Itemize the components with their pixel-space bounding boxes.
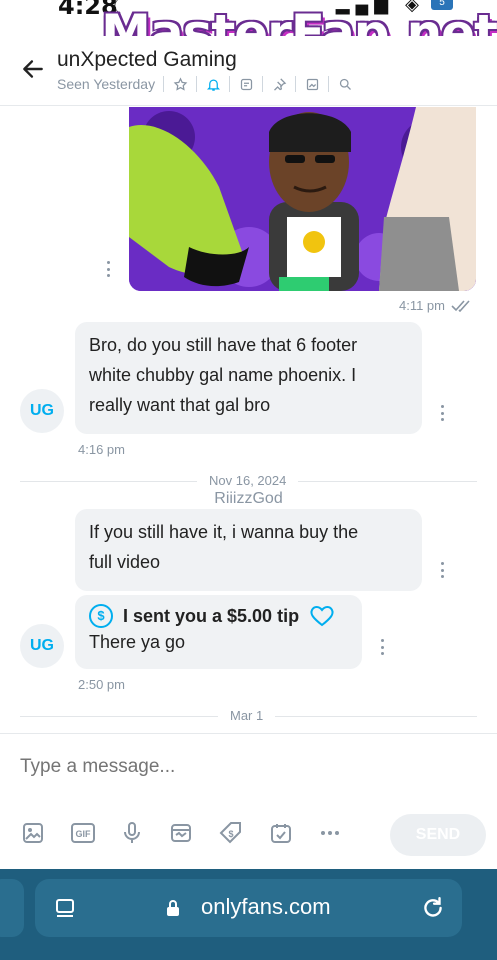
url-bar[interactable]: onlyfans.com	[35, 879, 462, 937]
url-text[interactable]: onlyfans.com	[201, 894, 331, 920]
avatar[interactable]: UG	[20, 624, 64, 668]
browser-bar: onlyfans.com	[0, 869, 497, 960]
message-list[interactable]: 4:11 pm Bro, do you still have that 6 fo…	[0, 107, 497, 734]
message-time: 4:16 pm	[78, 442, 125, 457]
message-options-icon[interactable]	[380, 639, 384, 655]
svg-text:GIF: GIF	[76, 829, 92, 839]
chat-header: unXpected Gaming Seen Yesterday	[0, 36, 497, 106]
photo-time: 4:11 pm	[398, 298, 445, 313]
message-options-icon[interactable]	[440, 405, 444, 421]
message-composer: GIF $ SEND	[0, 733, 497, 869]
message-time: 2:50 pm	[78, 677, 125, 692]
gif-icon[interactable]: GIF	[70, 820, 96, 846]
sender-name: RiiizzGod	[214, 490, 283, 507]
screen: { "status_bar": { "time": "4:28" }, "wat…	[0, 0, 497, 960]
photo-image	[129, 107, 476, 291]
date-divider-label: Nov 16, 2024	[197, 473, 299, 488]
heart-icon[interactable]	[309, 605, 335, 627]
star-icon[interactable]	[172, 76, 188, 92]
send-button[interactable]: SEND	[390, 814, 486, 856]
message-options-icon[interactable]	[106, 261, 110, 277]
message-line: If you still have it, i wanna buy the	[89, 522, 359, 542]
image-icon[interactable]	[20, 820, 46, 846]
dollar-icon: $	[89, 604, 113, 628]
message-bubble[interactable]: If you still have it, i wanna buy the fu…	[75, 509, 422, 591]
schedule-icon[interactable]	[268, 820, 294, 846]
svg-text:$: $	[228, 829, 233, 839]
date-divider-label: Mar 1	[218, 708, 276, 723]
message-line: Bro, do you still have that 6 footer	[89, 335, 358, 355]
message-input[interactable]	[20, 756, 460, 778]
microphone-icon[interactable]	[119, 820, 145, 846]
chat-subheader: Seen Yesterday	[57, 76, 353, 92]
price-tag-icon[interactable]: $	[218, 820, 244, 846]
message-line: really want that gal bro	[89, 395, 271, 415]
pin-icon[interactable]	[271, 76, 287, 92]
tabs-menu-icon[interactable]	[53, 896, 77, 920]
lock-icon	[167, 900, 179, 916]
browser-tab-stub[interactable]	[0, 879, 24, 937]
photo-message[interactable]	[129, 107, 476, 291]
message-text: There ya go	[89, 632, 186, 652]
message-line: white chubby gal name phoenix. I	[89, 365, 357, 385]
message-bubble[interactable]: Bro, do you still have that 6 footer whi…	[75, 322, 422, 434]
bell-icon[interactable]	[205, 76, 221, 92]
tip-message-bubble[interactable]: $ I sent you a $5.00 tip There ya go	[75, 595, 362, 669]
avatar[interactable]: UG	[20, 389, 64, 433]
back-arrow-icon[interactable]	[20, 56, 46, 82]
tip-line: $ I sent you a $5.00 tip	[89, 603, 348, 629]
reload-icon[interactable]	[420, 895, 446, 921]
message-line: full video	[89, 552, 161, 572]
more-icon[interactable]	[317, 820, 343, 846]
vault-icon[interactable]	[168, 820, 194, 846]
note-icon[interactable]	[238, 76, 254, 92]
search-icon[interactable]	[337, 76, 353, 92]
message-options-icon[interactable]	[440, 562, 444, 578]
gallery-icon[interactable]	[304, 76, 320, 92]
tip-text: I sent you a $5.00 tip	[123, 606, 300, 626]
last-seen-text: Seen Yesterday	[57, 76, 156, 92]
chat-title[interactable]: unXpected Gaming	[57, 48, 237, 72]
photo-meta: 4:11 pm	[399, 298, 473, 313]
read-check-icon	[451, 299, 470, 312]
